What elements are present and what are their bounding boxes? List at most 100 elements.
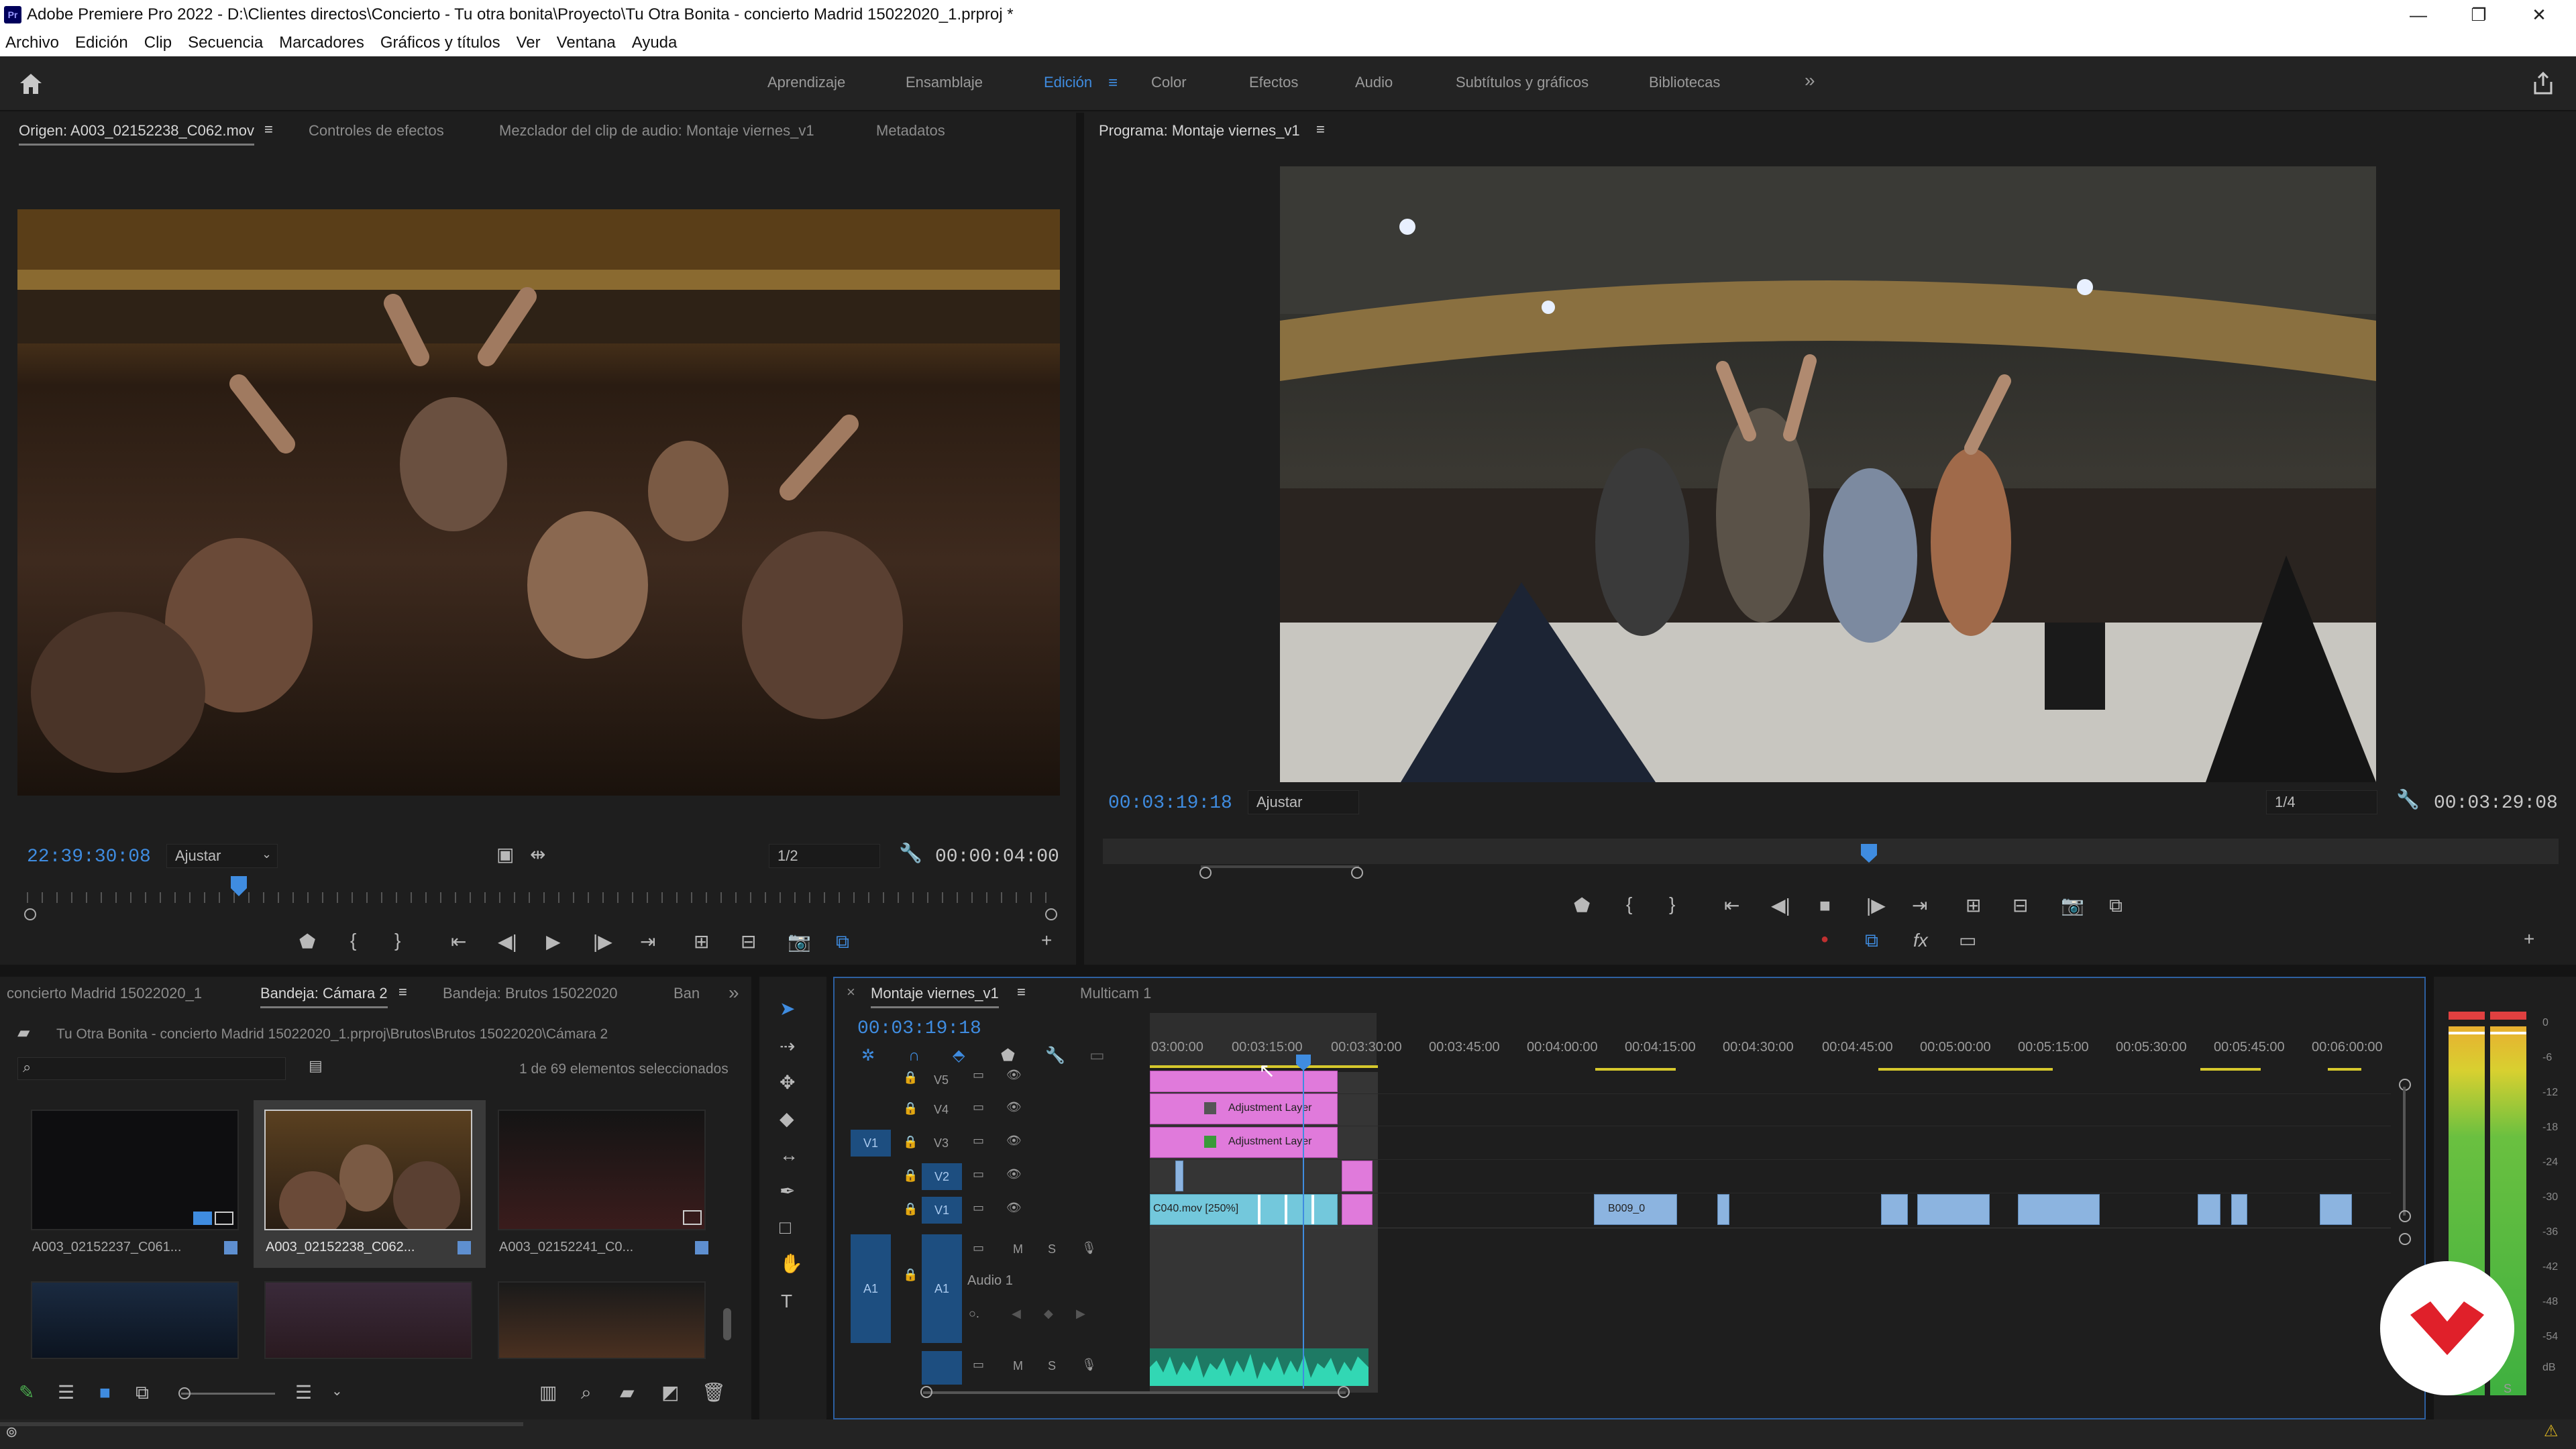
voiceover-mic-icon[interactable]: 🎙 — [1081, 1241, 1097, 1255]
lock-icon[interactable]: 🔒 — [903, 1169, 918, 1183]
clip-adjustment-layer-1[interactable]: Adjustment Layer — [1150, 1093, 1338, 1124]
next-keyframe-icon[interactable]: ▶ — [1076, 1307, 1085, 1321]
source-panel-menu-icon[interactable]: ≡ — [264, 121, 273, 138]
multicam-icon[interactable]: ▭ — [1959, 931, 1976, 950]
close-icon[interactable]: ✕ — [2502, 0, 2576, 30]
audio-lock-icon[interactable]: 🔒 — [903, 1268, 918, 1282]
clip-v2-pink[interactable] — [1342, 1161, 1373, 1191]
track-target-v2[interactable]: V2 — [922, 1163, 962, 1190]
go-to-in-icon[interactable]: ⇤ — [451, 932, 466, 951]
program-wrench-icon[interactable]: 🔧 — [2396, 790, 2420, 809]
program-add-button-icon[interactable]: + — [2524, 930, 2534, 949]
status-sync-icon[interactable]: ⊚ — [5, 1425, 17, 1440]
workspace-more-icon[interactable]: » — [1805, 70, 1815, 91]
new-bin-icon[interactable]: ▰ — [620, 1383, 635, 1402]
ripple-edit-tool-icon[interactable]: ✥ — [780, 1073, 795, 1092]
program-fit-dropdown[interactable]: Ajustar — [1248, 790, 1359, 814]
record-icon[interactable]: ● — [1821, 932, 1829, 946]
project-more-icon[interactable]: » — [729, 982, 739, 1004]
audio-sync-lock-icon[interactable]: ▭ — [973, 1358, 984, 1372]
video-vertical-scrollbar[interactable] — [2403, 1087, 2406, 1216]
thumbnail-row2-2[interactable] — [264, 1281, 472, 1359]
mark-in-icon[interactable]: { — [350, 931, 356, 950]
clip-b009[interactable]: B009_0 — [1594, 1194, 1677, 1225]
thumbnail-row2-1[interactable] — [31, 1281, 239, 1359]
clip-indicator-right[interactable] — [2490, 1012, 2526, 1020]
safe-margins-icon[interactable]: ⧉ — [836, 932, 849, 951]
rectangle-tool-icon[interactable]: □ — [780, 1218, 791, 1237]
eye-icon[interactable]: 👁 — [1006, 1167, 1022, 1181]
tab-bin-overflow[interactable]: Ban — [674, 985, 700, 1002]
clip-v1[interactable] — [2231, 1194, 2247, 1225]
thumbnail-c0[interactable] — [498, 1110, 706, 1230]
tab-source[interactable]: Origen: A003_02152238_C062.mov — [19, 122, 255, 146]
hand-tool-icon[interactable]: ✋ — [780, 1254, 803, 1273]
thumbnail-row2-3[interactable] — [498, 1281, 706, 1359]
source-zoom-handle-left[interactable] — [24, 908, 36, 920]
thumbnail-c062[interactable] — [264, 1110, 472, 1230]
add-keyframe-icon[interactable]: ◆ — [1044, 1307, 1053, 1321]
tab-sequence-multicam[interactable]: Multicam 1 — [1080, 985, 1151, 1002]
label-color-swatch[interactable] — [224, 1241, 237, 1254]
timeline-panel-menu-icon[interactable]: ≡ — [1017, 983, 1026, 1001]
workspace-tab-color[interactable]: Color — [1151, 74, 1187, 91]
add-marker-icon[interactable]: ⬟ — [299, 932, 315, 951]
snap-icon[interactable]: ∩ — [908, 1048, 920, 1064]
label-color-swatch[interactable] — [458, 1241, 471, 1254]
tab-effect-controls[interactable]: Controles de efectos — [309, 122, 444, 140]
timeline-horizontal-scrollbar[interactable] — [923, 1391, 1346, 1394]
source-timecode[interactable]: 22:39:30:08 — [27, 847, 151, 867]
tab-program[interactable]: Programa: Montaje viernes_v1 — [1099, 122, 1300, 140]
track-target-a2[interactable] — [922, 1351, 962, 1385]
stop-icon[interactable]: ■ — [1819, 896, 1831, 915]
program-camera-icon[interactable]: 📷 — [2061, 896, 2084, 915]
eye-icon[interactable]: 👁 — [1006, 1100, 1022, 1114]
workspace-tab-aprendizaje[interactable]: Aprendizaje — [767, 74, 845, 91]
thumbnail-size-slider[interactable] — [181, 1393, 275, 1395]
clip-v1[interactable] — [2198, 1194, 2220, 1225]
source-video-frame[interactable] — [17, 209, 1060, 796]
extract-icon[interactable]: ⊟ — [2012, 896, 2028, 915]
compare-icon[interactable]: ⧉ — [2109, 896, 2123, 915]
clip-v1[interactable] — [2018, 1194, 2100, 1225]
home-icon[interactable] — [19, 72, 43, 95]
lift-icon[interactable]: ⊞ — [1966, 896, 1981, 915]
find-icon[interactable]: ⌕ — [581, 1383, 592, 1402]
workspace-tab-bibliotecas[interactable]: Bibliotecas — [1649, 74, 1720, 91]
share-icon[interactable] — [2532, 71, 2555, 95]
source-patch-v1[interactable]: V1 — [851, 1130, 891, 1157]
label-color-swatch[interactable] — [695, 1241, 708, 1254]
lock-icon[interactable]: 🔒 — [903, 1102, 918, 1116]
project-scrollbar[interactable] — [723, 1308, 731, 1340]
add-button-icon[interactable]: + — [1041, 931, 1052, 950]
workspace-tab-edicion[interactable]: Edición — [1044, 74, 1092, 91]
lock-icon[interactable]: 🔒 — [903, 1202, 918, 1216]
timeline-wrench-icon[interactable]: 🔧 — [1045, 1048, 1065, 1064]
razor-tool-icon[interactable]: ◆ — [780, 1110, 794, 1128]
slip-tool-icon[interactable]: ↔ — [780, 1146, 798, 1165]
step-back-icon[interactable]: ◀| — [498, 932, 517, 951]
source-resolution-dropdown[interactable]: 1/2 — [769, 844, 880, 868]
source-patch-a1[interactable]: A1 — [851, 1234, 891, 1343]
mute-button[interactable]: M — [1013, 1359, 1023, 1373]
eye-icon[interactable]: 👁 — [1006, 1134, 1022, 1148]
eye-icon[interactable]: 👁 — [1006, 1201, 1022, 1215]
workspace-tab-subtitulos[interactable]: Subtítulos y gráficos — [1456, 74, 1589, 91]
workspace-tab-ensamblaje[interactable]: Ensamblaje — [906, 74, 983, 91]
audio-clip-a2[interactable] — [1150, 1348, 1368, 1386]
program-zoom-handle-right[interactable] — [1351, 867, 1363, 879]
track-select-tool-icon[interactable]: ⇢ — [780, 1037, 795, 1056]
menu-graficos[interactable]: Gráficos y títulos — [380, 34, 500, 52]
audio-sync-lock-icon[interactable]: ▭ — [973, 1241, 984, 1255]
timeline-timecode[interactable]: 00:03:19:18 — [857, 1018, 981, 1039]
program-step-forward-icon[interactable]: |▶ — [1866, 896, 1886, 915]
menu-marcadores[interactable]: Marcadores — [279, 34, 364, 52]
clip-v5-pink[interactable] — [1150, 1071, 1338, 1092]
panel-divider[interactable] — [1076, 113, 1084, 965]
close-sequence-icon[interactable]: × — [847, 983, 855, 1001]
play-icon[interactable]: ▶ — [546, 932, 561, 951]
program-safe-margins-icon[interactable]: ⧉ — [1865, 931, 1878, 950]
mark-out-icon[interactable]: } — [394, 931, 400, 950]
menu-clip[interactable]: Clip — [144, 34, 172, 52]
trash-icon[interactable]: 🗑 — [702, 1383, 726, 1402]
